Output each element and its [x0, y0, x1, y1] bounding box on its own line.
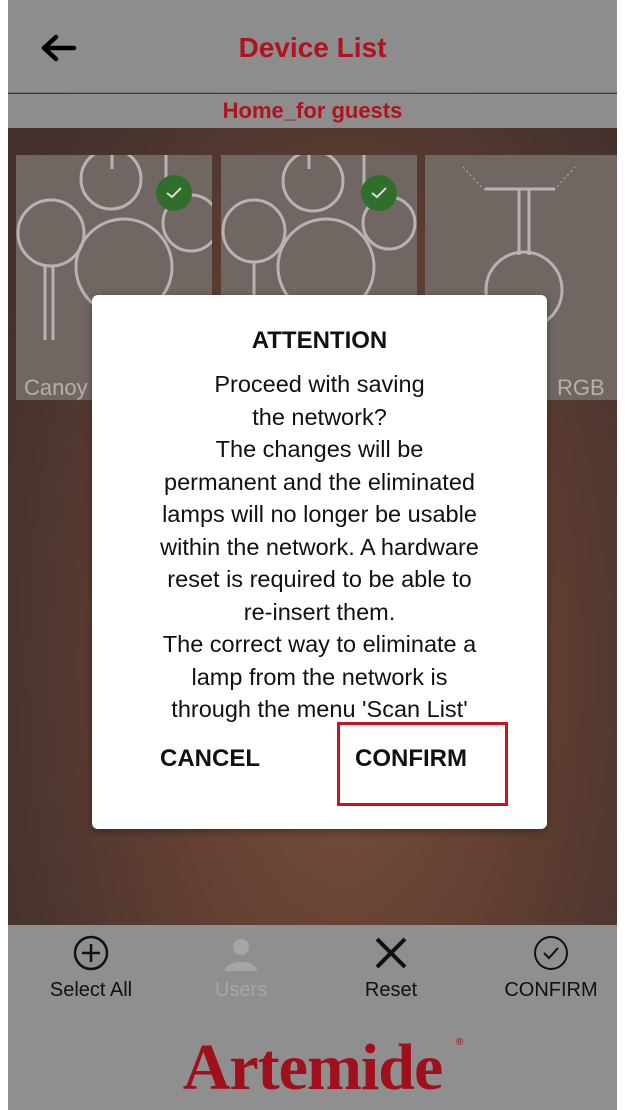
users-button[interactable]: Users: [176, 933, 306, 1002]
confirm-dialog: ATTENTION Proceed with saving the networ…: [92, 295, 547, 829]
confirm-highlight-box: [337, 722, 508, 806]
dialog-line: within the network. A hardware: [160, 533, 479, 560]
dialog-line: Proceed with saving: [214, 371, 425, 397]
dialog-title: ATTENTION: [251, 327, 388, 354]
check-circle-icon: [534, 936, 568, 970]
select-all-label: Select All: [49, 979, 133, 1001]
cancel-button[interactable]: CANCEL: [160, 745, 260, 773]
dialog-line: lamp from the network is: [191, 663, 448, 690]
header: Device List: [8, 0, 617, 93]
dialog-line: lamps will no longer be usable: [162, 501, 477, 527]
close-icon: [375, 937, 407, 969]
app-screen: Device List Home_for guests Canoy RGB AT…: [8, 0, 617, 1110]
dialog-line: permanent and the eliminated: [164, 468, 475, 495]
registered-mark: ®: [456, 1037, 464, 1048]
dialog-line: reset is required to be able to: [167, 566, 472, 592]
reset-label: Reset: [364, 979, 418, 1001]
dialog-line: through the menu 'Scan List': [171, 696, 468, 722]
user-icon: [225, 939, 257, 971]
group-name: Home_for guests: [8, 94, 617, 128]
bottom-toolbar: Select All Users Reset CONFIRM Artemide …: [8, 925, 617, 1110]
dialog-line: The changes will be: [215, 436, 424, 462]
artemide-logo: Artemide: [182, 1031, 444, 1104]
dialog-message: Proceed with saving the network? The cha…: [112, 368, 527, 726]
dialog-line: the network?: [252, 403, 387, 430]
dialog-line: The correct way to eliminate a: [162, 631, 477, 657]
users-label: Users: [214, 979, 268, 1001]
confirm-toolbar-label: CONFIRM: [504, 979, 598, 1001]
dialog-line: re-insert them.: [243, 598, 396, 625]
page-title: Device List: [238, 32, 387, 63]
plus-circle-icon: [73, 935, 109, 971]
select-all-button[interactable]: Select All: [26, 933, 156, 1002]
reset-button[interactable]: Reset: [326, 933, 456, 1002]
confirm-toolbar-button[interactable]: CONFIRM: [486, 933, 616, 1002]
